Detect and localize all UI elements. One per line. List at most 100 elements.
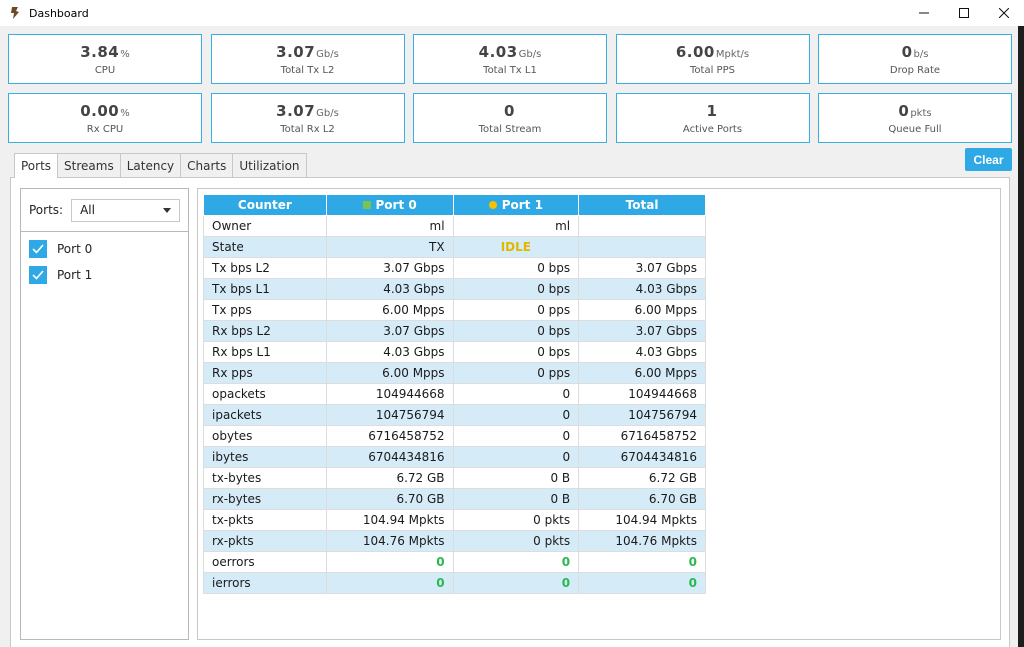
port0-cell: 6.72 GB — [325, 467, 454, 489]
column-header-total[interactable]: Total — [578, 194, 706, 216]
stat-value-line: 0b/s — [902, 43, 929, 64]
stat-label: Queue Full — [888, 123, 942, 135]
total-cell: 6704434816 — [578, 446, 706, 468]
port-checkbox[interactable] — [29, 240, 47, 258]
counter-cell: tx-pkts — [203, 509, 327, 531]
port0-cell: 6.00 Mpps — [325, 299, 454, 321]
stat-card: 3.84% CPU — [8, 34, 202, 84]
table-row: Tx bps L1 4.03 Gbps 0 bps 4.03 Gbps — [203, 278, 706, 300]
tab-streams[interactable]: Streams — [57, 153, 121, 177]
stat-unit: Gb/s — [316, 48, 339, 60]
counter-cell: opackets — [203, 383, 327, 405]
port-stats-panel: Counter Port 0 Port 1 Total Owner ml ml Sta… — [197, 188, 1001, 640]
port0-cell: 104756794 — [325, 404, 454, 426]
stat-value-line: 1 — [707, 102, 719, 123]
tab-ports[interactable]: Ports — [14, 153, 59, 178]
tab-utilization[interactable]: Utilization — [232, 153, 307, 177]
counter-cell: ibytes — [203, 446, 327, 468]
port-list-item[interactable]: Port 0 — [21, 236, 188, 262]
counter-cell: ierrors — [203, 572, 327, 594]
port1-cell: IDLE — [452, 236, 580, 258]
total-cell — [578, 215, 706, 237]
total-cell: 6716458752 — [578, 425, 706, 447]
stat-label: Active Ports — [682, 123, 743, 135]
column-header-port0-label: Port 0 — [375, 198, 417, 212]
checkmark-icon — [32, 270, 44, 280]
total-cell: 6.00 Mpps — [578, 299, 706, 321]
stat-label: Total Stream — [478, 123, 542, 135]
title-bar: Dashboard — [0, 0, 1024, 26]
app-logo-icon — [7, 5, 23, 21]
stat-value-line: 0.00% — [80, 102, 130, 123]
stat-value: 6.00 — [675, 42, 715, 61]
ports-filter-value: All — [80, 203, 95, 217]
column-header-port0[interactable]: Port 0 — [325, 194, 454, 216]
stat-card: 0.00% Rx CPU — [8, 93, 202, 143]
maximize-icon — [959, 8, 969, 18]
ports-filter-select[interactable]: All — [71, 198, 181, 222]
column-header-port1[interactable]: Port 1 — [452, 194, 580, 216]
stat-card: 3.07Gb/s Total Rx L2 — [210, 93, 405, 143]
stat-label: Rx CPU — [86, 123, 124, 135]
port-list-item[interactable]: Port 1 — [21, 262, 188, 288]
counter-cell: ipackets — [203, 404, 327, 426]
port0-cell: 104944668 — [325, 383, 454, 405]
stat-value-line: 4.03Gb/s — [479, 43, 542, 64]
total-cell: 104.76 Mpkts — [578, 530, 706, 552]
maximize-button[interactable] — [944, 0, 984, 26]
port0-cell: 104.94 Mpkts — [325, 509, 454, 531]
column-header-counter[interactable]: Counter — [203, 194, 327, 216]
port-stats-table: Counter Port 0 Port 1 Total Owner ml ml Sta… — [203, 194, 706, 594]
table-row: oerrors 0 0 0 — [203, 551, 706, 573]
stat-card: 0pkts Queue Full — [818, 93, 1012, 143]
port1-cell: 0 B — [452, 467, 580, 489]
port1-color-icon — [488, 201, 497, 209]
port1-cell: 0 — [452, 425, 580, 447]
port0-cell: 6.00 Mpps — [325, 362, 454, 384]
port0-cell: ml — [325, 215, 454, 237]
stat-unit: Gb/s — [316, 107, 339, 119]
close-button[interactable] — [984, 0, 1024, 26]
port1-cell: 0 — [452, 446, 580, 468]
counter-cell: tx-bytes — [203, 467, 327, 489]
stat-value: 0 — [901, 42, 913, 61]
counter-cell: Tx pps — [203, 299, 327, 321]
counter-cell: Owner — [203, 215, 327, 237]
port0-cell: 6704434816 — [325, 446, 454, 468]
total-cell: 6.72 GB — [578, 467, 706, 489]
port1-cell: 0 pps — [452, 362, 580, 384]
total-cell: 4.03 Gbps — [578, 278, 706, 300]
tab-latency[interactable]: Latency — [119, 153, 182, 177]
total-cell: 4.03 Gbps — [578, 341, 706, 363]
total-cell: 104756794 — [578, 404, 706, 426]
stat-unit: pkts — [910, 107, 932, 119]
table-row: rx-bytes 6.70 GB 0 B 6.70 GB — [203, 488, 706, 510]
total-cell: 104.94 Mpkts — [578, 509, 706, 531]
tab-charts[interactable]: Charts — [180, 153, 234, 177]
ports-filter: Ports: All — [21, 189, 188, 232]
port0-cell: 3.07 Gbps — [325, 257, 454, 279]
minimize-button[interactable] — [904, 0, 944, 26]
counter-cell: obytes — [203, 425, 327, 447]
stat-value-line: 3.07Gb/s — [276, 102, 339, 123]
port1-cell: 0 pkts — [452, 509, 580, 531]
counter-cell: oerrors — [203, 551, 327, 573]
total-cell: 3.07 Gbps — [578, 320, 706, 342]
port0-cell: TX — [325, 236, 454, 258]
port1-cell: ml — [452, 215, 580, 237]
table-header-row: Counter Port 0 Port 1 Total — [203, 194, 706, 216]
clear-button[interactable]: Clear — [965, 148, 1012, 171]
port1-cell: 0 pkts — [452, 530, 580, 552]
port0-cell: 104.76 Mpkts — [325, 530, 454, 552]
port1-cell: 0 bps — [452, 257, 580, 279]
stat-unit: Mpkt/s — [715, 48, 750, 60]
total-cell: 104944668 — [578, 383, 706, 405]
port0-cell: 6716458752 — [325, 425, 454, 447]
port-checkbox[interactable] — [29, 266, 47, 284]
stat-unit: b/s — [913, 48, 929, 60]
stat-value: 4.03 — [478, 42, 518, 61]
window-title: Dashboard — [29, 6, 89, 20]
stat-value-line: 3.07Gb/s — [276, 43, 339, 64]
stat-label: Total Rx L2 — [280, 123, 335, 135]
port1-cell: 0 — [452, 383, 580, 405]
